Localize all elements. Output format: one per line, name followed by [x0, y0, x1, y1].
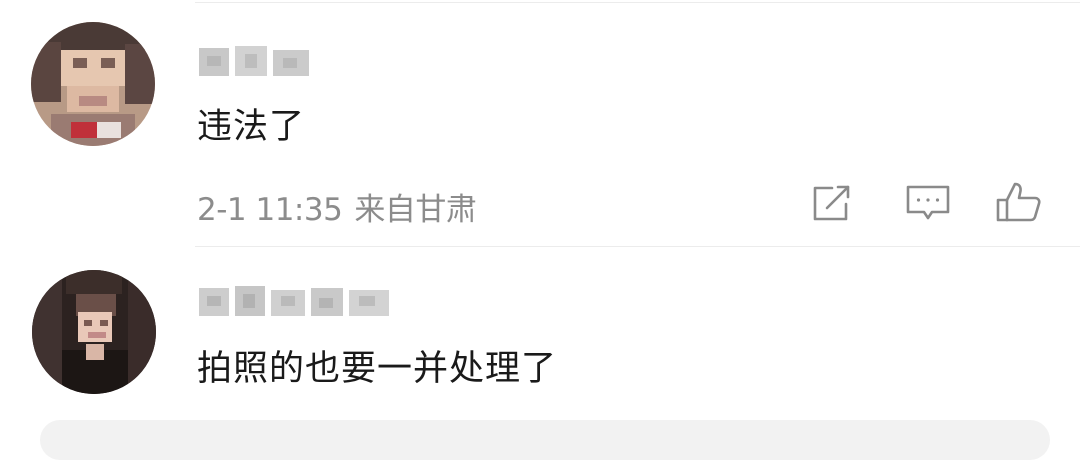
comment-time: 2-1 11:35: [197, 192, 343, 228]
share-button[interactable]: [808, 180, 856, 226]
reply-button[interactable]: [904, 180, 952, 226]
comment-divider: [195, 246, 1080, 247]
comment-meta: 2-1 11:35 来自甘肃: [197, 184, 477, 229]
comment-text: 违法了: [197, 107, 306, 147]
avatar[interactable]: [31, 22, 155, 146]
username-blurred[interactable]: [197, 282, 393, 326]
like-button[interactable]: [995, 180, 1043, 226]
reply-icon: [906, 185, 950, 220]
comment-location: 来自甘肃: [354, 192, 477, 228]
reply-input-bar[interactable]: [40, 420, 1050, 460]
share-icon: [813, 185, 850, 221]
top-divider: [195, 2, 1080, 3]
avatar[interactable]: [32, 270, 156, 394]
like-icon: [996, 182, 1041, 222]
username-blurred[interactable]: [197, 42, 317, 86]
comment-text: 拍照的也要一并处理了: [197, 349, 558, 389]
